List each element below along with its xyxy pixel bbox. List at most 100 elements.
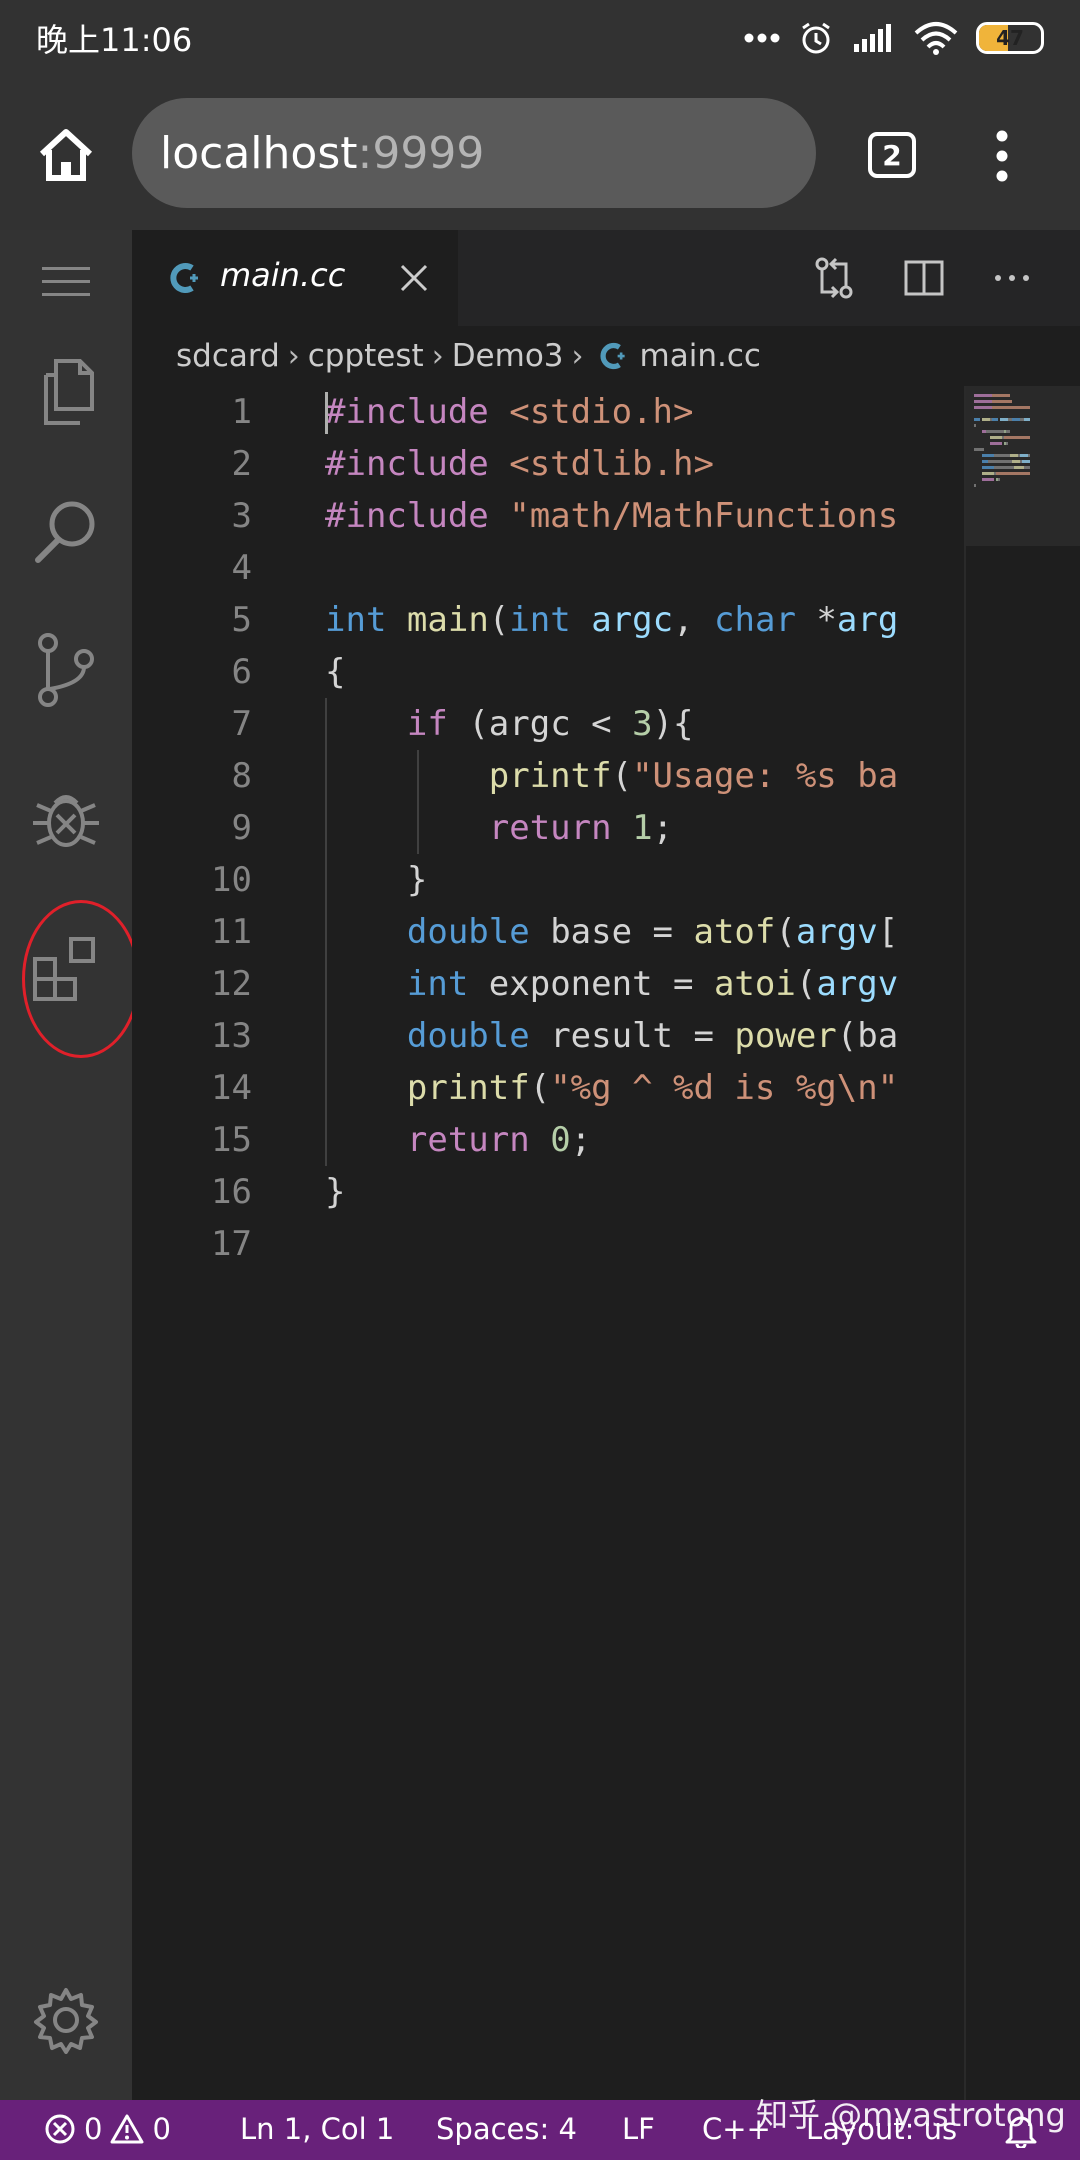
split-editor-icon[interactable]: [902, 256, 946, 300]
code-token: #include: [325, 444, 510, 484]
code-token: 0: [550, 1120, 571, 1160]
tab-switcher-button[interactable]: 2: [868, 132, 916, 178]
code-line[interactable]: 16}: [132, 1166, 964, 1218]
search-icon[interactable]: [26, 492, 106, 572]
code-token: "Usage: %s ba: [632, 756, 899, 796]
code-editor[interactable]: 1 #include <stdio.h> 2 #include <stdlib.h> 3…: [132, 386, 964, 2100]
browser-menu-icon[interactable]: [990, 128, 1014, 184]
minimap-token: [974, 418, 980, 421]
breadcrumb-item[interactable]: main.cc: [640, 338, 761, 374]
code-text: int exponent = atoi(argv: [325, 958, 898, 1010]
code-token: *: [795, 600, 837, 640]
code-text: {: [325, 646, 345, 698]
code-token: argv: [816, 964, 899, 1004]
code-token: ;: [652, 808, 674, 848]
code-line[interactable]: 12 int exponent = atoi(argv: [132, 958, 964, 1010]
device-status-bar: 晚上11:06 47: [0, 0, 1080, 76]
warning-icon: [110, 2114, 144, 2144]
minimap-token: [982, 472, 994, 475]
code-text: double base = atof(argv[: [325, 906, 898, 958]
battery-level: 47: [996, 26, 1024, 50]
code-token: (: [611, 756, 633, 796]
activity-bar: [0, 230, 140, 2100]
code-token: [: [877, 912, 899, 952]
minimap-token: [1014, 466, 1024, 469]
code-line[interactable]: 10 }: [132, 854, 964, 906]
status-icons: 47: [744, 20, 1044, 56]
minimap-token: [974, 400, 992, 403]
breadcrumb-item[interactable]: Demo3: [452, 338, 564, 374]
code-line[interactable]: 14 printf("%g ^ %d is %g\n": [132, 1062, 964, 1114]
code-token: result =: [529, 1016, 735, 1056]
close-icon[interactable]: [400, 264, 428, 292]
cpp-file-icon: [170, 263, 198, 293]
code-token: 1: [632, 808, 653, 848]
code-line[interactable]: 2 #include <stdlib.h>: [132, 438, 964, 490]
code-line[interactable]: 17: [132, 1218, 964, 1270]
indentation-setting[interactable]: Spaces: 4: [436, 2112, 577, 2146]
more-dots-icon: [744, 33, 780, 43]
minimap-token: [992, 394, 1010, 397]
code-token: if: [406, 704, 448, 744]
source-control-icon[interactable]: [26, 630, 106, 710]
code-line[interactable]: 5 int main(int argc, char *arg: [132, 594, 964, 646]
code-line[interactable]: 8 printf("Usage: %s ba: [132, 750, 964, 802]
more-actions-icon[interactable]: [990, 256, 1034, 300]
code-token: }: [325, 1172, 346, 1212]
breadcrumb-item[interactable]: cpptest: [308, 338, 424, 374]
code-line[interactable]: 1 #include <stdio.h>: [132, 386, 964, 438]
minimap[interactable]: [964, 386, 1080, 2100]
code-line[interactable]: 9 return 1;: [132, 802, 964, 854]
problems-indicator[interactable]: 0 0: [44, 2112, 171, 2146]
code-token: arg: [836, 600, 899, 640]
eol-text: LF: [622, 2112, 655, 2146]
cpp-file-icon: [600, 342, 625, 370]
debug-icon[interactable]: [26, 778, 106, 858]
code-text: }: [325, 854, 427, 906]
address-bar[interactable]: localhost:9999: [132, 98, 816, 208]
explorer-icon[interactable]: [26, 352, 106, 432]
browser-toolbar: localhost:9999 2: [0, 76, 1080, 230]
indentation-text: Spaces: 4: [436, 2112, 577, 2146]
menu-icon[interactable]: [26, 242, 106, 322]
code-text: return 0;: [325, 1114, 591, 1166]
minimap-token: [1024, 466, 1030, 469]
minimap-token: [1000, 418, 1008, 421]
cursor-position[interactable]: Ln 1, Col 1: [240, 2112, 394, 2146]
minimap-token: [1006, 442, 1008, 445]
code-text: double result = power(ba: [325, 1010, 898, 1062]
code-token: ){: [652, 704, 694, 744]
line-number: 15: [211, 1120, 252, 1160]
code-line[interactable]: 15 return 0;: [132, 1114, 964, 1166]
minimap-token: [1004, 436, 1030, 439]
line-number: 14: [211, 1068, 252, 1108]
settings-gear-icon[interactable]: [26, 1980, 106, 2060]
line-number: 10: [211, 860, 252, 900]
code-line[interactable]: 6{: [132, 646, 964, 698]
breadcrumb-item[interactable]: sdcard: [176, 338, 280, 374]
battery-icon: 47: [976, 22, 1044, 54]
code-line[interactable]: 11 double base = atof(argv[: [132, 906, 964, 958]
tab-main-cc[interactable]: main.cc: [132, 230, 458, 326]
code-line[interactable]: 13 double result = power(ba: [132, 1010, 964, 1062]
code-text: #include <stdio.h>: [325, 386, 693, 438]
code-token: printf: [488, 756, 612, 796]
minimap-token: [990, 436, 1002, 439]
code-line[interactable]: 3 #include "math/MathFunctions: [132, 490, 964, 542]
minimap-token: [996, 472, 1030, 475]
code-line[interactable]: 7 if (argc < 3){: [132, 698, 964, 750]
home-icon[interactable]: [36, 124, 96, 184]
breadcrumb: sdcard › cpptest › Demo3 › main.cc: [132, 326, 1080, 386]
line-number: 12: [211, 964, 252, 1004]
code-text: if (argc < 3){: [325, 698, 694, 750]
compare-changes-icon[interactable]: [812, 256, 856, 300]
eol-setting[interactable]: LF: [622, 2112, 655, 2146]
code-line[interactable]: 4: [132, 542, 964, 594]
minimap-token: [974, 394, 992, 397]
code-token: double: [406, 912, 530, 952]
